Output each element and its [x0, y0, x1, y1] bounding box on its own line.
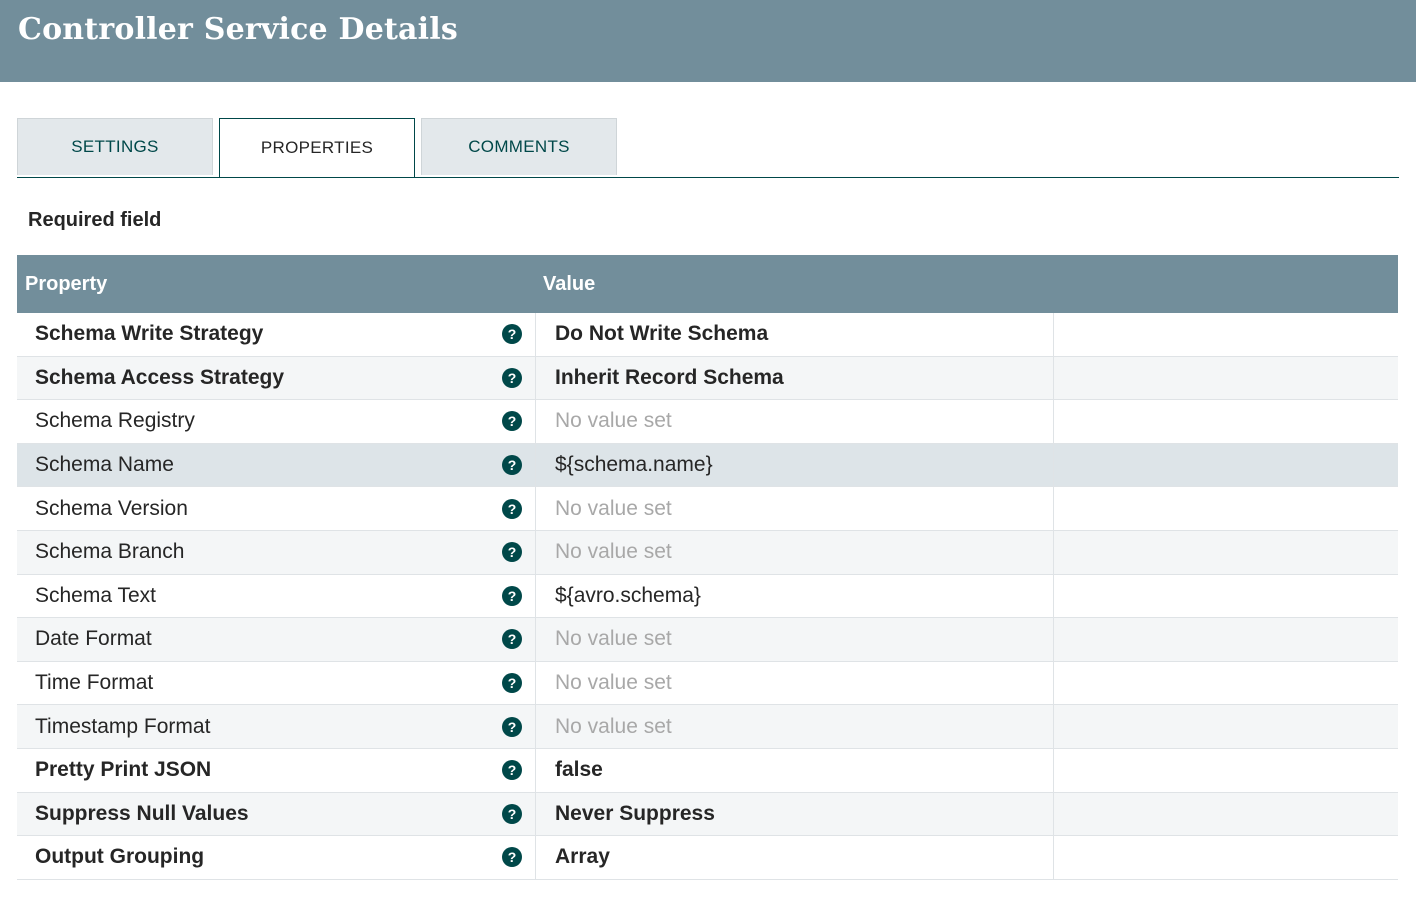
table-row[interactable]: Schema Registry? No value set: [17, 400, 1398, 444]
table-row[interactable]: Date Format? No value set: [17, 618, 1398, 662]
property-value[interactable]: No value set: [555, 400, 672, 443]
column-divider: [1053, 443, 1054, 487]
property-value[interactable]: No value set: [555, 662, 672, 705]
column-divider: [535, 705, 536, 748]
question-circle-icon[interactable]: ?: [502, 367, 522, 388]
question-circle-icon[interactable]: ?: [502, 760, 522, 781]
property-value[interactable]: No value set: [555, 618, 672, 661]
table-row[interactable]: Schema Write Strategy? Do Not Write Schem…: [17, 313, 1398, 357]
column-divider: [1053, 313, 1054, 356]
property-name: Schema Version: [35, 496, 188, 520]
question-circle-icon[interactable]: ?: [502, 803, 522, 824]
property-value[interactable]: No value set: [555, 705, 672, 748]
table-row[interactable]: Suppress Null Values? Never Suppress: [17, 792, 1398, 837]
column-divider: [535, 400, 536, 443]
tab-settings[interactable]: SETTINGS: [17, 118, 213, 175]
question-circle-icon[interactable]: ?: [502, 629, 522, 650]
property-name: Schema Branch: [35, 540, 185, 564]
property-name: Time Format: [35, 671, 154, 695]
property-name: Schema Access Strategy: [35, 365, 285, 389]
property-value[interactable]: false: [555, 749, 603, 792]
question-circle-icon[interactable]: ?: [502, 673, 522, 694]
column-divider: [535, 618, 536, 661]
required-field-label: Required field: [28, 209, 162, 231]
properties-table: Property Value Schema Write Strategy? Do …: [17, 255, 1398, 880]
property-name: Date Format: [35, 627, 152, 651]
column-divider: [1053, 400, 1054, 443]
property-value[interactable]: Inherit Record Schema: [555, 357, 784, 400]
column-divider: [1053, 748, 1054, 792]
table-row[interactable]: Timestamp Format? No value set: [17, 705, 1398, 749]
property-value[interactable]: Do Not Write Schema: [555, 313, 768, 356]
question-circle-icon[interactable]: ?: [502, 716, 522, 737]
question-circle-icon[interactable]: ?: [502, 847, 522, 868]
property-name: Schema Registry: [35, 409, 195, 433]
column-divider: [1053, 356, 1054, 400]
column-divider: [535, 530, 536, 574]
column-divider: [1053, 661, 1054, 705]
table-row[interactable]: Schema Branch? No value set: [17, 530, 1398, 575]
column-divider: [535, 313, 536, 356]
dialog-title: Controller Service Details: [18, 12, 458, 47]
property-value[interactable]: Array: [555, 836, 610, 879]
column-divider: [1053, 530, 1054, 574]
property-name: Schema Name: [35, 453, 174, 477]
column-divider: [535, 836, 536, 879]
property-value[interactable]: Never Suppress: [555, 793, 715, 836]
question-circle-icon[interactable]: ?: [502, 585, 522, 606]
table-row[interactable]: Schema Access Strategy? Inherit Record Sc…: [17, 356, 1398, 401]
column-divider: [1053, 618, 1054, 661]
property-name: Pretty Print JSON: [35, 758, 212, 782]
question-circle-icon[interactable]: ?: [502, 411, 522, 432]
property-value[interactable]: No value set: [555, 531, 672, 574]
column-divider: [1053, 487, 1054, 530]
question-circle-icon[interactable]: ?: [502, 542, 522, 563]
table-row[interactable]: Output Grouping? Array: [17, 836, 1398, 880]
column-divider: [535, 356, 536, 400]
property-value[interactable]: ${schema.name}: [555, 444, 713, 487]
column-header-property: Property: [25, 273, 108, 295]
property-name: Schema Text: [35, 583, 157, 607]
column-divider: [535, 574, 536, 618]
table-row[interactable]: Time Format? No value set: [17, 661, 1398, 706]
column-divider: [1053, 836, 1054, 879]
tab-comments[interactable]: COMMENTS: [421, 118, 617, 175]
table-row[interactable]: Pretty Print JSON? false: [17, 748, 1398, 793]
tab-properties[interactable]: PROPERTIES: [219, 118, 415, 177]
table-body: Schema Write Strategy? Do Not Write Schem…: [17, 313, 1398, 880]
dialog-header: Controller Service Details: [0, 0, 1416, 82]
table-row[interactable]: Schema Name? ${schema.name}: [17, 443, 1398, 488]
column-header-value: Value: [543, 273, 596, 295]
question-circle-icon[interactable]: ?: [502, 455, 522, 476]
column-divider: [535, 792, 536, 836]
property-name: Schema Write Strategy: [35, 322, 264, 346]
tab-bar: SETTINGS PROPERTIES COMMENTS: [17, 118, 1399, 178]
column-divider: [535, 443, 536, 487]
column-divider: [1053, 574, 1054, 618]
property-name: Suppress Null Values: [35, 801, 249, 825]
property-name: Timestamp Format: [35, 714, 211, 738]
column-divider: [535, 748, 536, 792]
property-value[interactable]: ${avro.schema}: [555, 575, 701, 618]
table-header: Property Value: [17, 255, 1398, 313]
table-row[interactable]: Schema Version? No value set: [17, 487, 1398, 531]
property-value[interactable]: No value set: [555, 487, 672, 530]
column-divider: [1053, 792, 1054, 836]
question-circle-icon[interactable]: ?: [502, 324, 522, 345]
table-row[interactable]: Schema Text? ${avro.schema}: [17, 574, 1398, 619]
column-divider: [1053, 705, 1054, 748]
question-circle-icon[interactable]: ?: [502, 498, 522, 519]
column-divider: [535, 661, 536, 705]
property-name: Output Grouping: [35, 845, 205, 869]
column-divider: [535, 487, 536, 530]
